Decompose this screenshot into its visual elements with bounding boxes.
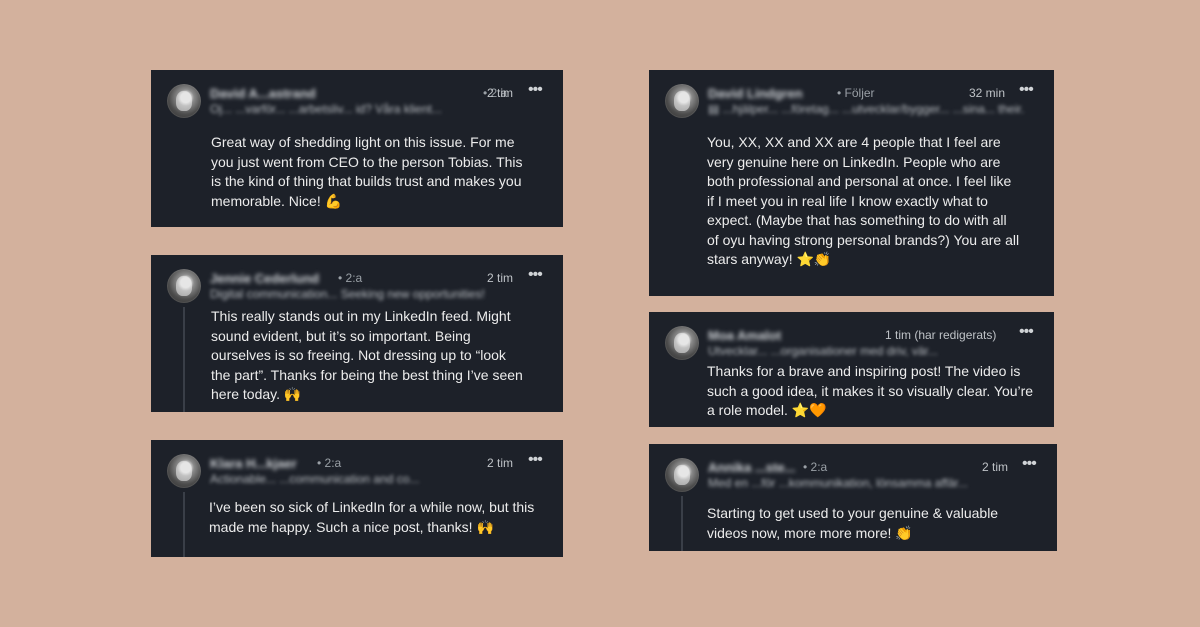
commenter-name[interactable]: Jennie Cederlund bbox=[210, 271, 319, 286]
commenter-name[interactable]: David Lindgren bbox=[708, 86, 803, 101]
commenter-headline: Digital communication... Seeking new opp… bbox=[210, 287, 485, 301]
comment-text: I’ve been so sick of LinkedIn for a whil… bbox=[209, 498, 554, 538]
commenter-name[interactable]: Moa Amalot bbox=[708, 328, 781, 343]
comment-text: Great way of shedding light on this issu… bbox=[211, 133, 526, 212]
comment-time: 2 tim bbox=[982, 460, 1009, 474]
avatar[interactable] bbox=[665, 84, 699, 118]
comment-body: This really stands out in my LinkedIn fe… bbox=[211, 308, 523, 402]
raising-hands-emoji: 🙌 bbox=[476, 519, 494, 536]
thread-line bbox=[183, 492, 185, 557]
commenter-headline: Utvecklar... ...organisationer med driv,… bbox=[708, 344, 938, 358]
avatar[interactable] bbox=[665, 458, 699, 492]
connection-degree: • 2:a bbox=[317, 456, 342, 470]
commenter-headline: Actionable... ...communication and co... bbox=[210, 472, 420, 486]
avatar[interactable] bbox=[167, 454, 201, 488]
comment-card-1: David A...astrand • 2:a Oj... ...varför.… bbox=[151, 70, 563, 227]
commenter-name[interactable]: Klara H...kjaer bbox=[210, 456, 297, 471]
avatar[interactable] bbox=[665, 326, 699, 360]
more-options-icon[interactable]: ••• bbox=[528, 452, 543, 468]
connection-degree: • 2:a bbox=[803, 460, 828, 474]
comment-time: 2 tim bbox=[487, 456, 514, 470]
star-clap-emoji: ⭐👏 bbox=[796, 252, 832, 268]
more-options-icon[interactable]: ••• bbox=[528, 82, 543, 98]
avatar[interactable] bbox=[167, 269, 201, 303]
comment-card-6: Annika ...ste... • 2:a Med en ...för ...… bbox=[649, 444, 1057, 551]
comment-time: 32 min bbox=[969, 86, 1006, 100]
commenter-headline: ▤ ...hjälper... ...företag... ...utveckl… bbox=[708, 102, 1024, 116]
more-options-icon[interactable]: ••• bbox=[1019, 82, 1034, 98]
comment-card-3: Klara H...kjaer • 2:a Actionable... ...c… bbox=[151, 440, 563, 557]
thread-line bbox=[183, 307, 185, 412]
commenter-headline: Med en ...för ...kommunikation, lönsamma… bbox=[708, 476, 968, 490]
comment-time: 2 tim bbox=[487, 86, 514, 100]
comment-time: 2 tim bbox=[487, 271, 514, 285]
comment-body: You, XX, XX and XX are 4 people that I f… bbox=[707, 134, 1020, 267]
commenter-name[interactable]: Annika ...ste... bbox=[708, 460, 795, 475]
connection-degree: • Följer bbox=[837, 86, 875, 100]
commenter-headline: Oj... ...varför... ...arbetsliv... id? V… bbox=[210, 102, 442, 116]
comment-body: Thanks for a brave and inspiring post! T… bbox=[707, 363, 1034, 418]
comment-text: You, XX, XX and XX are 4 people that I f… bbox=[707, 133, 1022, 271]
raising-hands-emoji: 🙌 bbox=[283, 387, 302, 403]
comment-text: Starting to get used to your genuine & v… bbox=[707, 504, 1037, 544]
avatar[interactable] bbox=[167, 84, 201, 118]
comment-card-2: Jennie Cederlund • 2:a Digital communica… bbox=[151, 255, 563, 412]
thread-line bbox=[681, 496, 683, 551]
more-options-icon[interactable]: ••• bbox=[1019, 324, 1034, 340]
comment-text: This really stands out in my LinkedIn fe… bbox=[211, 307, 526, 406]
comment-card-5: Moa Amalot Utvecklar... ...organisatione… bbox=[649, 312, 1054, 427]
more-options-icon[interactable]: ••• bbox=[528, 267, 543, 283]
comment-body: Starting to get used to your genuine & v… bbox=[707, 505, 999, 541]
commenter-name[interactable]: David A...astrand bbox=[210, 86, 316, 101]
comment-text: Thanks for a brave and inspiring post! T… bbox=[707, 362, 1037, 422]
more-options-icon[interactable]: ••• bbox=[1022, 456, 1037, 472]
comment-card-4: David Lindgren • Följer ▤ ...hjälper... … bbox=[649, 70, 1054, 296]
comment-time: 1 tim (har redigerats) bbox=[885, 328, 997, 342]
star-heart-emoji: ⭐🧡 bbox=[791, 403, 827, 419]
clapping-hands-emoji: 👏 bbox=[895, 525, 913, 542]
comment-body: Great way of shedding light on this issu… bbox=[211, 134, 523, 209]
connection-degree: • 2:a bbox=[338, 271, 363, 285]
flexed-biceps-emoji: 💪 bbox=[324, 193, 343, 210]
